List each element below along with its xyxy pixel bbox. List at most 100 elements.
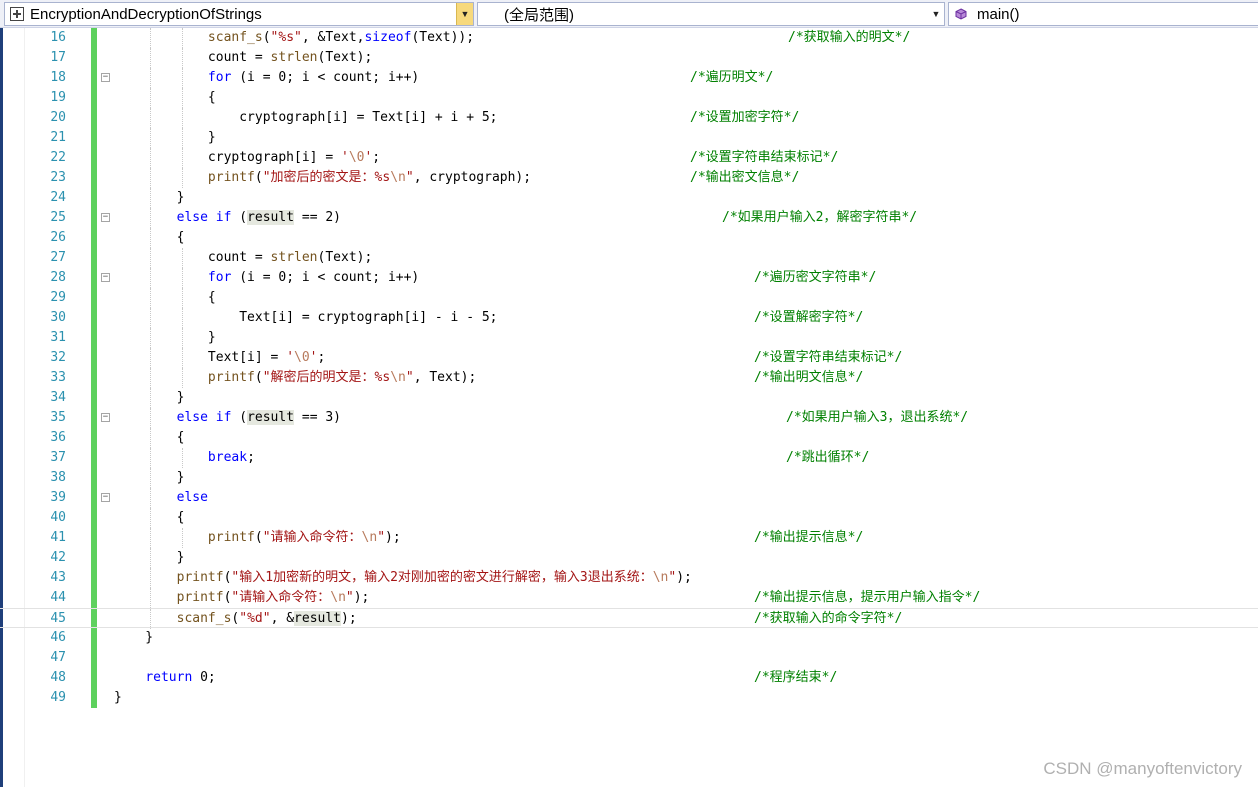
code-text: printf("请输入命令符：\n");: [207, 530, 401, 545]
code-line[interactable]: 44 printf("请输入命令符：\n"); /*输出提示信息，提示用户输入指令…: [0, 588, 1258, 608]
code-text: for (i = 0; i < count; i++): [207, 70, 420, 85]
code-comment: /*遍历密文字符串*/: [754, 270, 877, 285]
line-number: 21: [50, 130, 66, 145]
collapse-icon[interactable]: −: [101, 273, 110, 282]
code-text: count = strlen(Text);: [114, 50, 373, 65]
code-editor[interactable]: 16 scanf_s("%s", &Text,sizeof(Text)); /*获…: [0, 28, 1258, 787]
code-line[interactable]: 35 − else if (result == 3) /*如果用户输入3，退出系统*…: [0, 408, 1258, 428]
code-line[interactable]: 41 printf("请输入命令符：\n"); /*输出提示信息*/: [0, 528, 1258, 548]
code-text: for (i = 0; i < count; i++): [207, 270, 420, 285]
code-text: else: [176, 490, 208, 505]
code-text: }: [114, 690, 122, 705]
code-line[interactable]: 45 scanf_s("%d", &result); /*获取输入的命令字符*/: [0, 608, 1258, 629]
code-text: Text[i] = '\0';: [114, 350, 326, 365]
code-line[interactable]: 48 return 0; /*程序结束*/: [0, 668, 1258, 688]
code-line[interactable]: 43 printf("输入1加密新的明文，输入2对刚加密的密文进行解密，输入3退…: [0, 568, 1258, 588]
code-line[interactable]: 32 Text[i] = '\0'; /*设置字符串结束标记*/: [0, 348, 1258, 368]
line-number: 25: [50, 210, 66, 225]
line-number: 35: [50, 410, 66, 425]
code-line[interactable]: 40 {: [0, 508, 1258, 528]
code-line[interactable]: 26 {: [0, 228, 1258, 248]
code-line[interactable]: 25 − else if (result == 2) /*如果用户输入2，解密字符串…: [0, 208, 1258, 228]
code-line[interactable]: 19 {: [0, 88, 1258, 108]
code-text: cryptograph[i] = '\0';: [114, 150, 381, 165]
code-comment: /*设置解密字符*/: [754, 310, 864, 325]
code-line[interactable]: 16 scanf_s("%s", &Text,sizeof(Text)); /*获…: [0, 28, 1258, 48]
line-number: 20: [50, 110, 66, 125]
code-line[interactable]: 37 break; /*跳出循环*/: [0, 448, 1258, 468]
member-dropdown[interactable]: main(): [948, 2, 1258, 26]
line-number: 27: [50, 250, 66, 265]
collapse-icon[interactable]: −: [101, 493, 110, 502]
line-number: 43: [50, 570, 66, 585]
code-text: }: [114, 190, 185, 205]
code-line[interactable]: 49}: [0, 688, 1258, 708]
line-number: 36: [50, 430, 66, 445]
line-number: 49: [50, 690, 66, 705]
code-line[interactable]: 17 count = strlen(Text);: [0, 48, 1258, 68]
method-cube-icon: [955, 8, 967, 20]
line-number: 17: [50, 50, 66, 65]
line-number: 19: [50, 90, 66, 105]
collapse-icon[interactable]: −: [101, 73, 110, 82]
line-number: 23: [50, 170, 66, 185]
code-comment: /*程序结束*/: [754, 670, 838, 685]
code-line[interactable]: 24 }: [0, 188, 1258, 208]
code-line[interactable]: 18 − for (i = 0; i < count; i++) /*遍历明文*/: [0, 68, 1258, 88]
line-number: 45: [50, 611, 66, 626]
code-text: }: [114, 130, 216, 145]
code-text: {: [114, 90, 216, 105]
line-number: 34: [50, 390, 66, 405]
file-scope-dropdown[interactable]: EncryptionAndDecryptionOfStrings ▼: [4, 2, 474, 26]
code-text: printf("解密后的明文是：%s\n", Text);: [207, 370, 477, 385]
line-number: 26: [50, 230, 66, 245]
code-comment: /*设置加密字符*/: [690, 110, 800, 125]
code-line[interactable]: 47: [0, 648, 1258, 668]
code-comment: /*输出提示信息，提示用户输入指令*/: [754, 590, 981, 605]
code-line[interactable]: 28 − for (i = 0; i < count; i++) /*遍历密文字符串…: [0, 268, 1258, 288]
code-line[interactable]: 39 − else: [0, 488, 1258, 508]
line-number: 31: [50, 330, 66, 345]
code-line[interactable]: 23 printf("加密后的密文是：%s\n", cryptograph); /…: [0, 168, 1258, 188]
line-number: 30: [50, 310, 66, 325]
code-line[interactable]: 27 count = strlen(Text);: [0, 248, 1258, 268]
code-line[interactable]: 20 cryptograph[i] = Text[i] + i + 5; /*设置…: [0, 108, 1258, 128]
code-text: printf("请输入命令符：\n");: [176, 590, 370, 605]
chevron-down-icon[interactable]: ▼: [928, 3, 944, 25]
line-number: 40: [50, 510, 66, 525]
code-comment: /*输出提示信息*/: [754, 530, 864, 545]
line-number: 48: [50, 670, 66, 685]
file-scope-label: EncryptionAndDecryptionOfStrings: [30, 5, 262, 23]
code-comment: /*跳出循环*/: [786, 450, 870, 465]
code-text: break;: [207, 450, 255, 465]
code-line[interactable]: 42 }: [0, 548, 1258, 568]
scope-label: (全局范围): [504, 6, 574, 24]
code-line[interactable]: 29 {: [0, 288, 1258, 308]
code-text: cryptograph[i] = Text[i] + i + 5;: [114, 110, 498, 125]
code-text: {: [114, 230, 185, 245]
code-line[interactable]: 38 }: [0, 468, 1258, 488]
line-number: 37: [50, 450, 66, 465]
code-text: }: [114, 470, 185, 485]
code-text: }: [114, 390, 185, 405]
code-comment: /*获取输入的明文*/: [788, 30, 911, 45]
code-comment: /*遍历明文*/: [690, 70, 774, 85]
code-line[interactable]: 33 printf("解密后的明文是：%s\n", Text); /*输出明文信息…: [0, 368, 1258, 388]
line-number: 22: [50, 150, 66, 165]
scope-dropdown[interactable]: (全局范围) ▼: [477, 2, 945, 26]
code-line[interactable]: 21 }: [0, 128, 1258, 148]
code-line[interactable]: 31 }: [0, 328, 1258, 348]
code-comment: /*设置字符串结束标记*/: [754, 350, 903, 365]
watermark: CSDN @manyoftenvictory: [1043, 759, 1242, 778]
collapse-icon[interactable]: −: [101, 413, 110, 422]
code-line[interactable]: 22 cryptograph[i] = '\0'; /*设置字符串结束标记*/: [0, 148, 1258, 168]
code-line[interactable]: 36 {: [0, 428, 1258, 448]
code-line[interactable]: 30 Text[i] = cryptograph[i] - i - 5; /*设置…: [0, 308, 1258, 328]
chevron-down-icon[interactable]: ▼: [456, 3, 473, 25]
code-comment: /*输出密文信息*/: [690, 170, 800, 185]
code-text: {: [114, 510, 185, 525]
code-line[interactable]: 34 }: [0, 388, 1258, 408]
code-text: printf("加密后的密文是：%s\n", cryptograph);: [207, 170, 532, 185]
collapse-icon[interactable]: −: [101, 213, 110, 222]
code-line[interactable]: 46 }: [0, 628, 1258, 648]
